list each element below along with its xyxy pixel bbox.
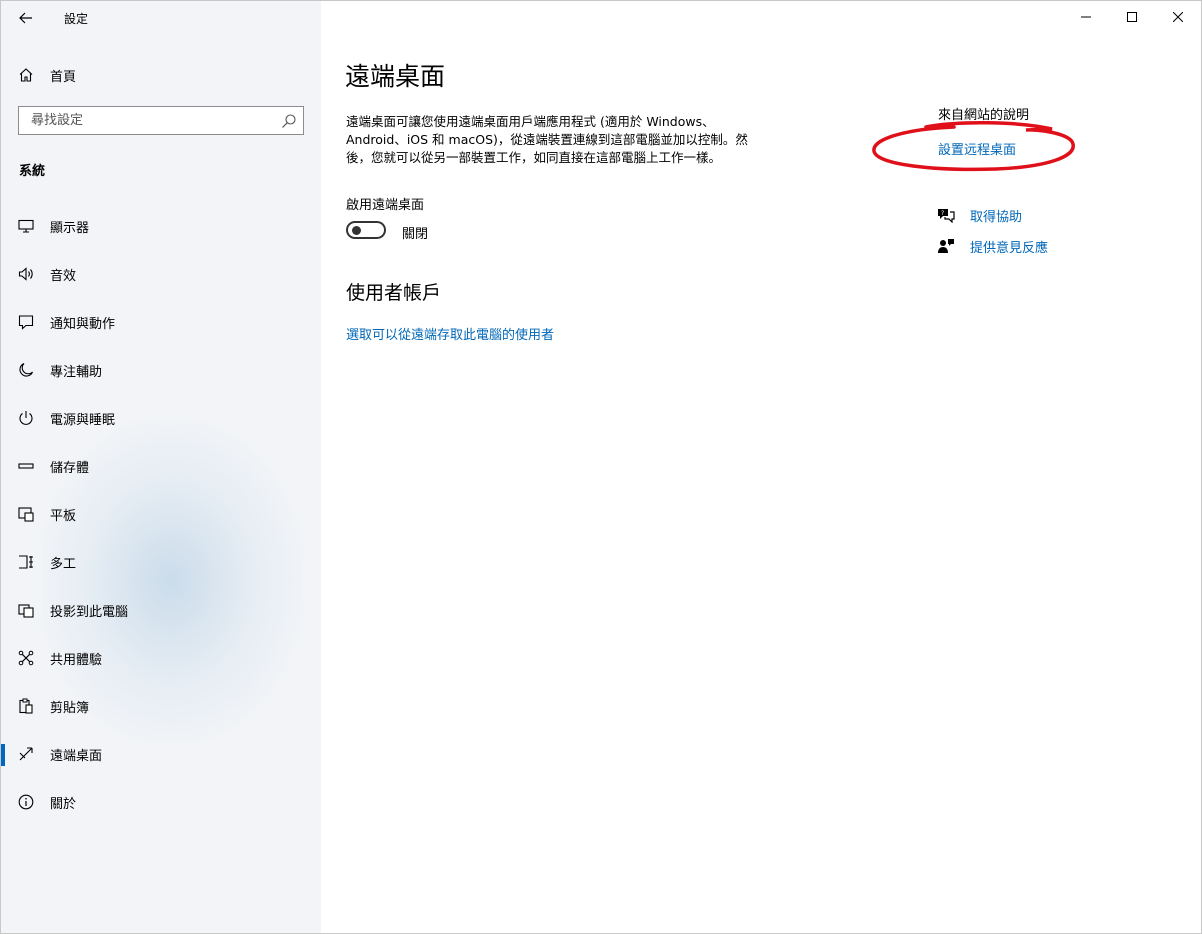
search-input[interactable]	[29, 112, 273, 129]
sidebar: 設定 首頁 系統 顯示器 音效 通知與動作	[1, 1, 321, 933]
remote-icon	[17, 745, 35, 763]
search-icon[interactable]	[281, 113, 297, 129]
toggle-knob	[352, 226, 361, 235]
message-icon	[17, 313, 35, 331]
description-line: 後，您就可以從另一部裝置工作，如同直接在這部電腦上工作一樣。	[346, 150, 722, 165]
red-annotation-circle	[872, 121, 1075, 172]
back-button[interactable]	[11, 5, 41, 31]
description-line: Android、iOS 和 macOS)，從遠端裝置連線到這部電腦並加以控制。然	[346, 132, 748, 147]
sidebar-item-label: 關於	[50, 796, 77, 812]
sidebar-item-label: 電源與睡眠	[50, 412, 116, 428]
sidebar-item-label: 平板	[50, 508, 77, 524]
user-accounts-title: 使用者帳戶	[346, 282, 442, 304]
sidebar-item-label: 遠端桌面	[50, 748, 103, 764]
description: 遠端桌面可讓您使用遠端桌面用戶端應用程式 (適用於 Windows、 Andro…	[346, 113, 786, 167]
sidebar-item-label: 專注輔助	[50, 364, 103, 380]
monitor-icon	[17, 217, 35, 235]
feedback-link[interactable]: 提供意見反應	[970, 237, 1048, 256]
get-help-link[interactable]: 取得協助	[970, 206, 1022, 225]
power-icon	[17, 409, 35, 427]
title-bar: 設定	[1, 1, 321, 35]
clipboard-icon	[17, 697, 35, 715]
back-arrow-icon	[19, 12, 32, 24]
close-icon	[1173, 12, 1183, 22]
section-title-system: 系統	[19, 164, 46, 179]
sidebar-item-tablet[interactable]: 平板	[1, 494, 321, 534]
share-icon	[17, 649, 35, 667]
page-title: 遠端桌面	[345, 62, 446, 91]
info-icon	[17, 793, 35, 811]
sidebar-item-storage[interactable]: 儲存體	[1, 446, 321, 486]
storage-icon	[17, 457, 35, 475]
remote-desktop-toggle[interactable]	[346, 221, 386, 239]
sidebar-item-about[interactable]: 關於	[1, 782, 321, 822]
close-button[interactable]	[1155, 1, 1201, 33]
toggle-state: 關閉	[402, 227, 429, 242]
sidebar-item-shared-experiences[interactable]: 共用體驗	[1, 638, 321, 678]
app-title: 設定	[64, 12, 89, 26]
sidebar-item-display[interactable]: 顯示器	[1, 206, 321, 246]
sidebar-item-sound[interactable]: 音效	[1, 254, 321, 294]
feedback-row[interactable]: 提供意見反應	[936, 235, 1048, 257]
sidebar-item-label: 投影到此電腦	[50, 604, 129, 620]
select-users-link[interactable]: 選取可以從遠端存取此電腦的使用者	[346, 324, 554, 343]
maximize-icon	[1127, 12, 1137, 22]
main-content: 遠端桌面 遠端桌面可讓您使用遠端桌面用戶端應用程式 (適用於 Windows、 …	[321, 1, 1201, 933]
sidebar-item-remote-desktop[interactable]: 遠端桌面	[1, 734, 321, 774]
sidebar-item-label: 儲存體	[50, 460, 90, 476]
sidebar-item-label: 多工	[50, 556, 77, 572]
help-chat-icon: ?	[936, 205, 956, 225]
home-label: 首頁	[50, 69, 77, 85]
sidebar-item-label: 通知與動作	[50, 316, 116, 332]
project-icon	[17, 601, 35, 619]
description-line: 遠端桌面可讓您使用遠端桌面用戶端應用程式 (適用於 Windows、	[346, 114, 715, 129]
svg-text:?: ?	[941, 210, 944, 217]
maximize-button[interactable]	[1109, 1, 1155, 33]
minimize-icon	[1081, 16, 1091, 18]
sidebar-item-label: 共用體驗	[50, 652, 103, 668]
sidebar-item-home[interactable]: 首頁	[1, 59, 321, 91]
sidebar-item-focus-assist[interactable]: 專注輔助	[1, 350, 321, 390]
multitask-icon	[17, 553, 35, 571]
sidebar-item-notifications[interactable]: 通知與動作	[1, 302, 321, 342]
sidebar-item-label: 顯示器	[50, 220, 90, 236]
sidebar-item-multitasking[interactable]: 多工	[1, 542, 321, 582]
search-box[interactable]	[18, 106, 304, 135]
get-help-row[interactable]: ? 取得協助	[936, 204, 1022, 226]
sidebar-item-label: 音效	[50, 268, 77, 284]
tablet-icon	[17, 505, 35, 523]
sidebar-item-project[interactable]: 投影到此電腦	[1, 590, 321, 630]
toggle-label: 啟用遠端桌面	[346, 198, 425, 213]
feedback-icon	[936, 236, 956, 256]
speaker-icon	[17, 265, 35, 283]
sidebar-item-label: 剪貼簿	[50, 700, 90, 716]
sidebar-item-power-sleep[interactable]: 電源與睡眠	[1, 398, 321, 438]
sidebar-item-clipboard[interactable]: 剪貼簿	[1, 686, 321, 726]
moon-icon	[17, 361, 35, 379]
home-icon	[17, 66, 35, 84]
settings-window: 設定 首頁 系統 顯示器 音效 通知與動作	[0, 0, 1202, 934]
minimize-button[interactable]	[1063, 1, 1109, 33]
